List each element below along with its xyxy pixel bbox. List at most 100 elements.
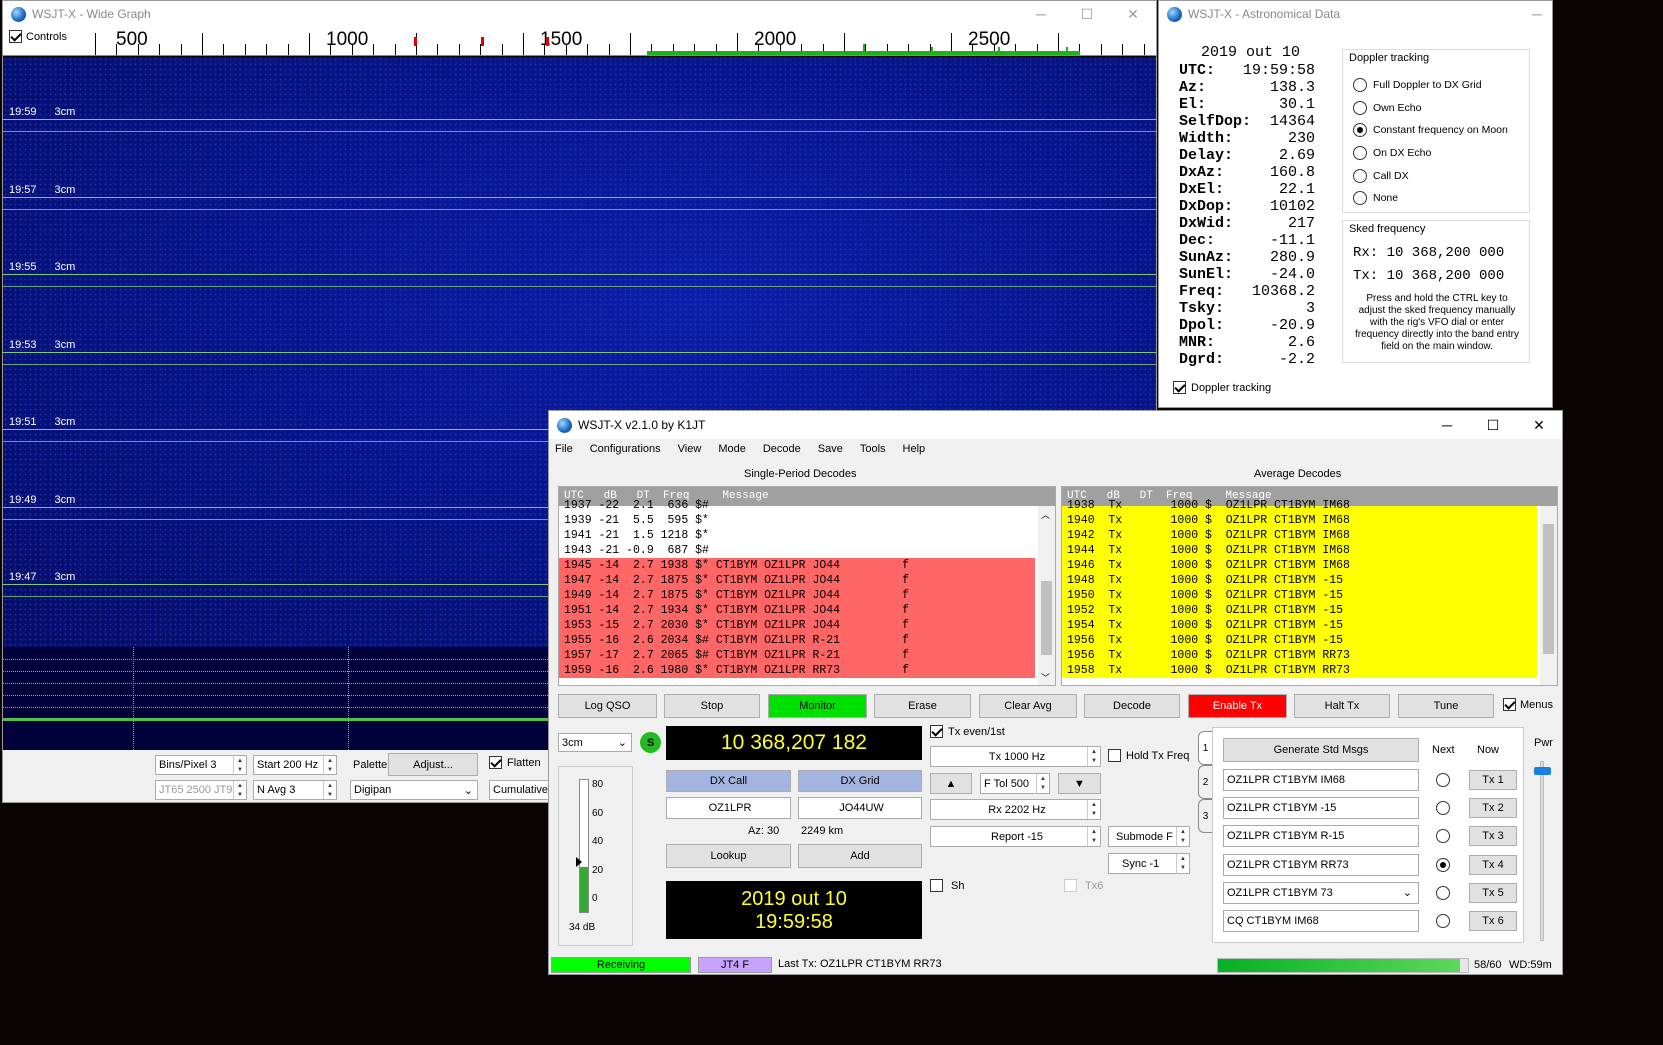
radio-button[interactable] [1353, 146, 1367, 161]
sync-spinbox[interactable]: Sync -1 ▲ ▼ [1108, 853, 1190, 874]
freq-up-button[interactable]: ▲ [930, 773, 972, 794]
average-row[interactable]: 1954 Tx 1000 $ OZ1LPR CT1BYM -15 [1062, 618, 1537, 633]
average-row[interactable]: 1948 Tx 1000 $ OZ1LPR CT1BYM -15 [1062, 573, 1537, 588]
tx-freq-spinbox[interactable]: Tx 1000 Hz ▲ ▼ [930, 746, 1101, 767]
log-qso-button[interactable]: Log QSO [558, 694, 657, 718]
enable-tx-button[interactable]: Enable Tx [1188, 694, 1287, 718]
next-radio[interactable] [1436, 885, 1450, 900]
wide-graph-titlebar[interactable]: WSJT-X - Wide Graph ─ ☐ ✕ [3, 1, 1156, 27]
start-freq-spinbox[interactable]: Start 200 Hz ▲ ▼ [253, 755, 337, 775]
dx-call-input[interactable]: OZ1LPR [666, 797, 791, 819]
tx-now-button[interactable]: Tx 1 [1469, 770, 1517, 790]
navg-spinbox[interactable]: N Avg 3 ▲ ▼ [253, 780, 337, 800]
next-radio[interactable] [1436, 857, 1450, 872]
decode-row[interactable]: 1937 -22 2.1 636 $# [559, 498, 1035, 513]
tx-message-input[interactable]: OZ1LPR CT1BYM RR73 [1223, 853, 1419, 876]
next-radio[interactable] [1436, 913, 1450, 928]
stop-button[interactable]: Stop [664, 694, 760, 718]
average-row[interactable]: 1956 Tx 1000 $ OZ1LPR CT1BYM RR73 [1062, 648, 1537, 663]
average-row[interactable]: 1942 Tx 1000 $ OZ1LPR CT1BYM IM68 [1062, 528, 1537, 543]
average-row[interactable]: 1944 Tx 1000 $ OZ1LPR CT1BYM IM68 [1062, 543, 1537, 558]
decode-row[interactable]: 1949 -14 2.7 1875 $* CT1BYM OZ1LPR JO44 … [559, 588, 1035, 603]
average-scrollbar[interactable] [1540, 506, 1557, 685]
average-row[interactable]: 1950 Tx 1000 $ OZ1LPR CT1BYM -15 [1062, 588, 1537, 603]
menu-decode[interactable]: Decode [763, 443, 801, 455]
decode-row[interactable]: 1953 -15 2.7 2030 $* CT1BYM OZ1LPR JO44 … [559, 618, 1035, 633]
s-badge[interactable]: S [640, 732, 661, 753]
submode-spinbox[interactable]: Submode F ▲ ▼ [1108, 826, 1190, 847]
maximize-icon[interactable]: ☐ [1470, 417, 1516, 434]
decode-row[interactable]: 1957 -17 2.7 2065 $# CT1BYM OZ1LPR R-21 … [559, 648, 1035, 663]
generate-std-msgs-button[interactable]: Generate Std Msgs [1223, 738, 1419, 762]
tune-button[interactable]: Tune [1398, 694, 1494, 718]
tx-now-button[interactable]: Tx 2 [1469, 798, 1517, 819]
tx-message-input[interactable]: OZ1LPR CT1BYM 73 ⌄ [1223, 881, 1419, 904]
tx-now-button[interactable]: Tx 4 [1469, 854, 1517, 875]
menu-mode[interactable]: Mode [718, 443, 746, 455]
decode-row[interactable]: 1941 -21 1.5 1218 $* [559, 528, 1035, 543]
average-row[interactable]: 1940 Tx 1000 $ OZ1LPR CT1BYM IM68 [1062, 513, 1537, 528]
tab-2[interactable]: 2 [1198, 765, 1212, 799]
freq-down-button[interactable]: ▼ [1058, 773, 1101, 794]
decode-row[interactable]: 1943 -21 -0.9 687 $# [559, 543, 1035, 558]
add-button[interactable]: Add [798, 844, 922, 868]
ftol-spinbox[interactable]: F Tol 500 ▲ ▼ [980, 773, 1050, 794]
main-titlebar[interactable]: WSJT-X v2.1.0 by K1JT ─ ☐ ✕ [549, 411, 1562, 439]
decode-row[interactable]: 1939 -21 5.5 595 $* [559, 513, 1035, 528]
menu-help[interactable]: Help [903, 443, 926, 455]
tx-message-input[interactable]: CQ CT1BYM IM68 [1223, 909, 1419, 932]
next-radio[interactable] [1436, 801, 1450, 816]
tx-message-input[interactable]: OZ1LPR CT1BYM R-15 [1223, 825, 1419, 848]
close-icon[interactable]: ✕ [1110, 6, 1156, 23]
chevron-down-icon[interactable]: ⌄ [1403, 886, 1412, 899]
menu-file[interactable]: File [555, 443, 573, 455]
rx-freq-spinbox[interactable]: Rx 2202 Hz ▲ ▼ [930, 799, 1101, 820]
lookup-button[interactable]: Lookup [666, 844, 791, 868]
minimize-icon[interactable]: ─ [1424, 417, 1470, 434]
frequency-display[interactable]: 10 368,207 182 [666, 726, 922, 760]
average-row[interactable]: 1958 Tx 1000 $ OZ1LPR CT1BYM RR73 [1062, 663, 1537, 678]
bins-per-pixel-spinbox[interactable]: Bins/Pixel 3 ▲ ▼ [155, 755, 247, 775]
tab-3[interactable]: 3 [1198, 799, 1212, 833]
radio-button[interactable] [1353, 100, 1367, 115]
doppler-option[interactable]: Call DX [1353, 164, 1508, 187]
palette-select[interactable]: Digipan ⌄ [350, 780, 478, 800]
average-row[interactable]: 1938 Tx 1000 $ OZ1LPR CT1BYM IM68 [1062, 498, 1537, 513]
average-row[interactable]: 1946 Tx 1000 $ OZ1LPR CT1BYM IM68 [1062, 558, 1537, 573]
tx-message-input[interactable]: OZ1LPR CT1BYM -15 [1223, 797, 1419, 820]
radio-button[interactable] [1353, 123, 1367, 138]
tx-now-button[interactable]: Tx 5 [1469, 882, 1517, 903]
decode-button[interactable]: Decode [1084, 694, 1180, 718]
radio-button[interactable] [1353, 78, 1367, 93]
power-slider[interactable] [1534, 761, 1551, 941]
doppler-option[interactable]: None [1353, 187, 1508, 210]
close-icon[interactable]: ✕ [1516, 417, 1562, 434]
decode-row[interactable]: 1951 -14 2.7 1934 $* CT1BYM OZ1LPR JO44 … [559, 603, 1035, 618]
average-row[interactable]: 1956 Tx 1000 $ OZ1LPR CT1BYM -15 [1062, 633, 1537, 648]
frequency-scale[interactable]: Controls 500 1000 1500 2000 2500 [3, 27, 1156, 56]
tx-now-button[interactable]: Tx 3 [1469, 826, 1517, 847]
menus-checkbox[interactable] [1503, 698, 1516, 711]
average-row[interactable]: 1952 Tx 1000 $ OZ1LPR CT1BYM -15 [1062, 603, 1537, 618]
doppler-option[interactable]: Full Doppler to DX Grid [1353, 74, 1508, 97]
decode-row[interactable]: 1947 -14 2.7 1875 $* CT1BYM OZ1LPR JO44 … [559, 573, 1035, 588]
tx-even-checkbox[interactable] [930, 725, 943, 738]
spectrum-select[interactable]: Cumulative [489, 780, 549, 800]
minimize-icon[interactable]: ─ [1522, 6, 1552, 22]
doppler-tracking-checkbox[interactable] [1173, 381, 1186, 394]
maximize-icon[interactable]: ☐ [1064, 6, 1110, 23]
report-spinbox[interactable]: Report -15 ▲ ▼ [930, 826, 1101, 847]
power-slider-handle[interactable] [1534, 767, 1551, 775]
decode-row[interactable]: 1959 -16 2.6 1980 $* CT1BYM OZ1LPR RR73 … [559, 663, 1035, 678]
decode-row[interactable]: 1945 -14 2.7 1938 $* CT1BYM OZ1LPR JO44 … [559, 558, 1035, 573]
radio-button[interactable] [1353, 168, 1367, 183]
erase-button[interactable]: Erase [874, 694, 971, 718]
band-select[interactable]: 3cm ⌄ [558, 733, 632, 752]
astro-titlebar[interactable]: WSJT-X - Astronomical Data ─ [1159, 1, 1552, 27]
radio-button[interactable] [1353, 191, 1367, 206]
dx-grid-input[interactable]: JO44UW [798, 797, 922, 819]
clear-avg-button[interactable]: Clear Avg [979, 694, 1077, 718]
halt-tx-button[interactable]: Halt Tx [1294, 694, 1390, 718]
menu-tools[interactable]: Tools [860, 443, 886, 455]
doppler-option[interactable]: On DX Echo [1353, 142, 1508, 165]
